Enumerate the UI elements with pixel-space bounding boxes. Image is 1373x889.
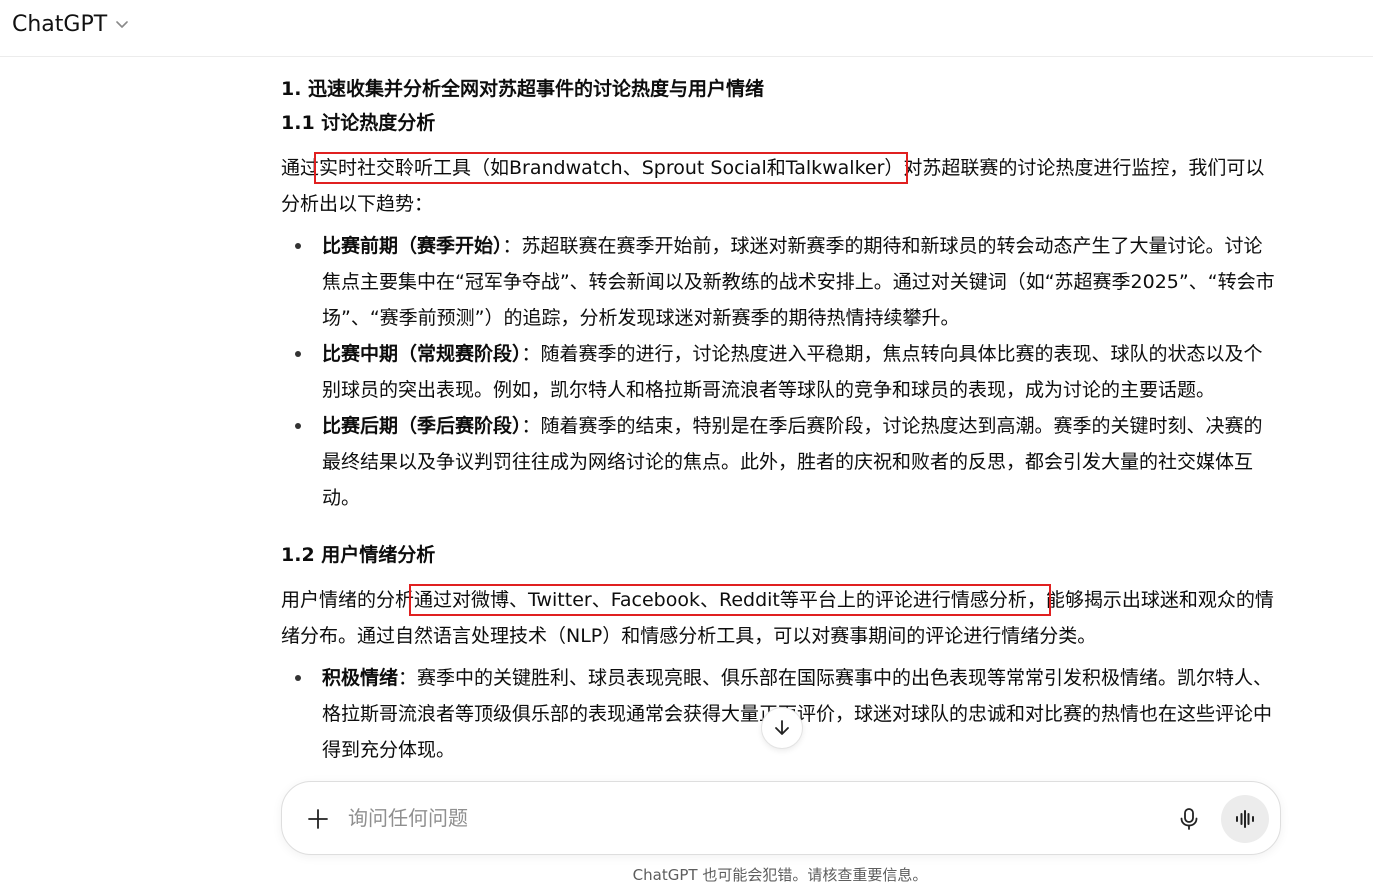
attach-button[interactable]	[302, 803, 334, 835]
list-item: 比赛后期（季后赛阶段）：随着赛季的结束，特别是在季后赛阶段，讨论热度达到高潮。赛…	[295, 408, 1281, 516]
section-heading: 1. 迅速收集并分析全网对苏超事件的讨论热度与用户情绪	[281, 78, 765, 100]
dictate-button[interactable]	[1172, 802, 1206, 836]
prompt-input[interactable]	[348, 800, 1148, 836]
microphone-icon	[1180, 808, 1198, 830]
chevron-down-icon	[116, 21, 128, 28]
top-bar: ChatGPT	[0, 0, 1373, 57]
highlighted-text: 通过对微博、Twitter、Facebook、Reddit等平台上的评论进行情感…	[409, 584, 1051, 616]
model-name: ChatGPT	[12, 11, 108, 37]
paragraph-text: 通过	[281, 157, 320, 179]
list-item: 比赛中期（常规赛阶段）：随着赛季的进行，讨论热度进入平稳期，焦点转向具体比赛的表…	[295, 336, 1281, 408]
composer	[281, 781, 1281, 855]
arrow-down-icon	[775, 720, 789, 735]
paragraph-text: 用户情绪的分析	[281, 589, 415, 611]
disclaimer-text: ChatGPT 也可能会犯错。请核查重要信息。	[632, 866, 928, 884]
subsection-heading-sentiment: 1.2 用户情绪分析	[281, 544, 436, 566]
highlighted-text: 实时社交聆听工具（如Brandwatch、Sprout Social和Talkw…	[314, 152, 909, 184]
plus-icon	[308, 809, 328, 829]
list-item: 积极情绪：赛季中的关键胜利、球员表现亮眼、俱乐部在国际赛事中的出色表现等常常引发…	[295, 660, 1281, 768]
bullet-list-heat: 比赛前期（赛季开始）：苏超联赛在赛季开始前，球迷对新赛季的期待和新球员的转会动态…	[281, 228, 1281, 516]
list-item: 比赛前期（赛季开始）：苏超联赛在赛季开始前，球迷对新赛季的期待和新球员的转会动态…	[295, 228, 1281, 336]
paragraph-sentiment-intro: 用户情绪的分析通过对微博、Twitter、Facebook、Reddit等平台上…	[281, 582, 1281, 654]
paragraph-heat-intro: 通过实时社交聆听工具（如Brandwatch、Sprout Social和Tal…	[281, 150, 1281, 222]
bullet-term: 比赛前期（赛季开始）	[322, 235, 503, 257]
bullet-term: 积极情绪	[322, 667, 399, 689]
model-switcher[interactable]: ChatGPT	[12, 9, 129, 39]
subsection-heading-heat: 1.1 讨论热度分析	[281, 112, 436, 134]
scroll-to-bottom-button[interactable]	[761, 707, 803, 749]
voice-waveform-icon	[1236, 810, 1254, 828]
bullet-term: 比赛后期（季后赛阶段）	[322, 415, 522, 437]
voice-mode-button[interactable]	[1221, 795, 1269, 843]
assistant-message: 1. 迅速收集并分析全网对苏超事件的讨论热度与用户情绪 1.1 讨论热度分析 通…	[281, 72, 1281, 782]
bullet-term: 比赛中期（常规赛阶段）	[322, 343, 522, 365]
